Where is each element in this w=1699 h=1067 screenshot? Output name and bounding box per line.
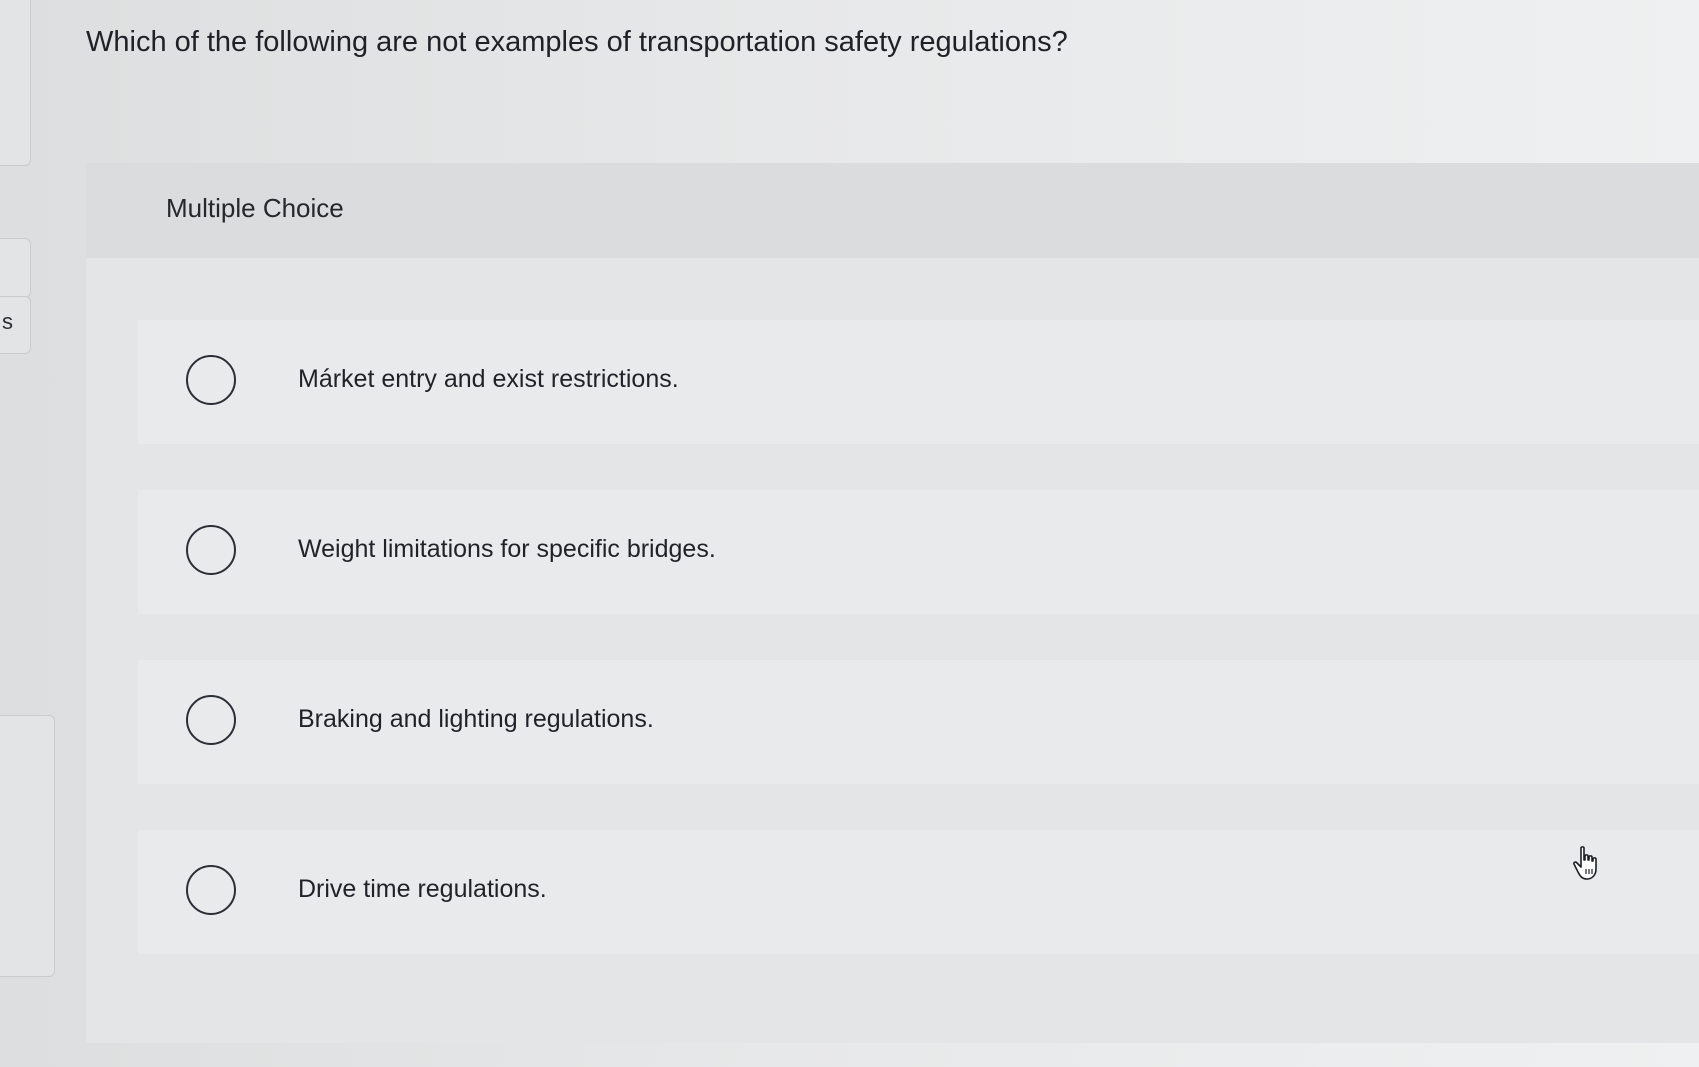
quiz-page: s Which of the following are not example… [0, 0, 1699, 1067]
radio-button-icon[interactable] [186, 865, 236, 915]
answer-option-label: Drive time regulations. [298, 875, 547, 903]
multiple-choice-card: Multiple Choice Márket entry and exist r… [86, 163, 1699, 1043]
answer-option-label: Braking and lighting regulations. [298, 705, 654, 733]
answer-option-label: Márket entry and exist restrictions. [298, 365, 679, 393]
radio-button-icon[interactable] [186, 355, 236, 405]
left-nav-panel [0, 715, 55, 977]
left-nav-partial-label: s [2, 309, 13, 334]
answer-option-label: Weight limitations for specific bridges. [298, 535, 716, 563]
answer-option-b[interactable]: Weight limitations for specific bridges. [138, 490, 1699, 614]
question-prompt: Which of the following are not examples … [86, 26, 1068, 58]
hand-pointer-icon [1573, 846, 1597, 880]
left-navigation-rail: s [0, 0, 55, 1067]
radio-button-icon[interactable] [186, 525, 236, 575]
left-nav-tab[interactable] [0, 238, 31, 298]
answer-option-c[interactable]: Braking and lighting regulations. [138, 660, 1699, 784]
left-nav-tab[interactable] [0, 0, 31, 166]
answer-option-a[interactable]: Márket entry and exist restrictions. [138, 320, 1699, 444]
radio-button-icon[interactable] [186, 695, 236, 745]
question-type-label: Multiple Choice [166, 193, 344, 223]
card-header: Multiple Choice [86, 163, 1699, 258]
answer-option-d[interactable]: Drive time regulations. [138, 830, 1699, 954]
